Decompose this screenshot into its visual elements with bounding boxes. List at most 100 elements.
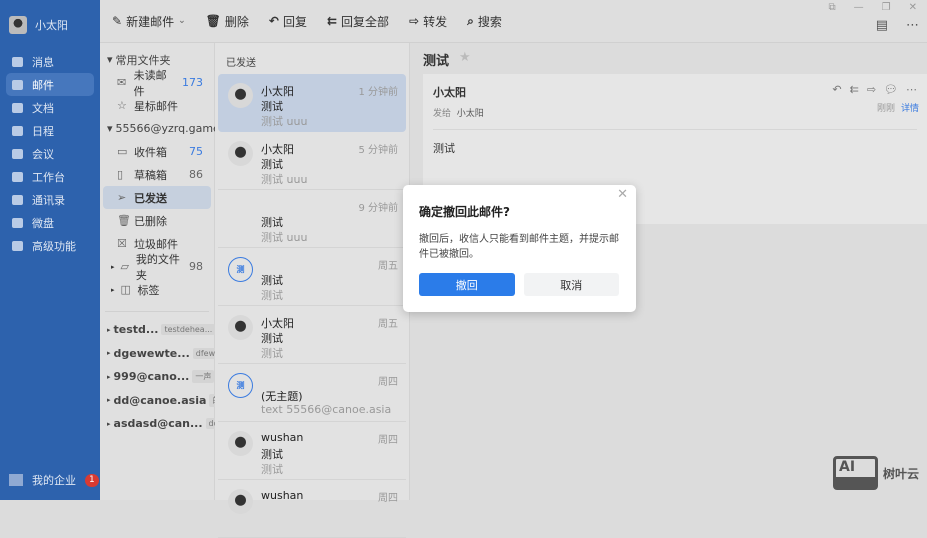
account-item[interactable]: ▸asdasd@can...dddd	[103, 412, 232, 436]
nav-label: 日程	[32, 124, 54, 138]
close-icon[interactable]: ✕	[617, 187, 628, 202]
delete-button[interactable]: 🗑︎ 删除	[206, 13, 249, 30]
reply-all-icon: ⇇	[326, 14, 338, 28]
caret-right-icon[interactable]: ▸	[107, 373, 111, 381]
mail-list-item[interactable]: wushan 周四	[218, 480, 406, 538]
chevron-down-icon[interactable]: ⌄	[178, 16, 186, 26]
account-group[interactable]: ▾ 55566@yzrq.games	[103, 117, 226, 140]
preview: 测试 uuu	[261, 115, 308, 128]
folder-inbox[interactable]: ▭ 收件箱 75	[103, 140, 211, 163]
nav-label: 工作台	[32, 170, 65, 184]
nav-workbench[interactable]: 工作台	[6, 165, 94, 188]
preview	[261, 519, 396, 533]
account-item[interactable]: ▸dd@canoe.asia的	[103, 389, 224, 413]
maximize-icon[interactable]: ❐	[882, 2, 891, 13]
unread-icon: ✉	[117, 76, 127, 89]
subject: 测试	[261, 216, 283, 229]
sender: 小太阳	[261, 317, 294, 330]
account-item[interactable]: ▸ testd... testdehea...	[103, 318, 216, 342]
list-title: 已发送	[226, 58, 256, 69]
mail-list-item[interactable]: 小太阳 测试 测试 uuu 5 分钟前	[218, 132, 406, 190]
time: 1 分钟前	[358, 87, 398, 98]
caret-right-icon[interactable]: ▸	[107, 420, 111, 428]
avatar: 测	[228, 257, 253, 282]
to-label: 发给	[433, 109, 452, 119]
more-icon[interactable]: ⋯	[906, 83, 917, 96]
nav-advanced[interactable]: 高级功能	[6, 234, 94, 257]
tag-icon: ◫	[120, 283, 131, 296]
nav-drive[interactable]: 微盘	[6, 211, 94, 234]
nav-label: 高级功能	[32, 239, 76, 253]
reply-icon[interactable]: ↶	[832, 83, 841, 96]
account-name: testd...	[113, 323, 159, 337]
close-icon[interactable]: ✕	[909, 2, 917, 13]
account-item[interactable]: ▸ 999@cano... 一声	[103, 365, 215, 389]
details-link[interactable]: 详情	[901, 104, 919, 114]
nav-label: 会议	[32, 147, 54, 161]
nav-meeting[interactable]: 会议	[6, 142, 94, 165]
new-mail-button[interactable]: ✎ 新建邮件 ⌄	[112, 13, 186, 30]
forward-icon[interactable]: ⇨	[867, 83, 876, 96]
user-profile[interactable]: 小太阳	[0, 0, 100, 50]
account-item[interactable]: ▸ dgewewte... dfew	[103, 342, 219, 366]
folder-deleted[interactable]: 🗑︎ 已删除	[103, 209, 211, 232]
label: 星标邮件	[134, 99, 178, 113]
notification-badge: 1	[85, 473, 99, 487]
folder-sent[interactable]: ➢ 已发送	[103, 186, 211, 209]
preview: 测试	[261, 347, 283, 360]
folder-drafts[interactable]: ▯ 草稿箱 86	[103, 163, 211, 186]
subject: 测试	[261, 274, 283, 287]
folder-my-folders[interactable]: ▸ ▱ 我的文件夹 98	[103, 253, 211, 282]
caret-right-icon[interactable]: ▸	[107, 396, 111, 404]
nav-calendar[interactable]: 日程	[6, 119, 94, 142]
folder-tags[interactable]: ▸ ◫ 标签	[103, 278, 211, 301]
minimize-icon[interactable]: —	[854, 2, 864, 13]
reply-all-icon[interactable]: ⇇	[850, 83, 859, 96]
search-button[interactable]: ⌕ 搜索	[467, 13, 502, 30]
folder-starred[interactable]: ☆ 星标邮件	[103, 94, 211, 117]
mail-list-item[interactable]: 测 (无主题) text 55566@canoe.asia 周四	[218, 364, 406, 422]
mail-list-item[interactable]: 测测试 测试 周五	[218, 248, 406, 306]
caret-right-icon[interactable]: ▸	[107, 326, 111, 334]
subject: 测试	[261, 448, 283, 461]
forward-button[interactable]: ⇨ 转发	[409, 13, 447, 30]
avatar	[228, 431, 253, 456]
mail-list-item[interactable]: 小太阳 测试 测试 uuu 1 分钟前	[218, 74, 406, 132]
more-icon[interactable]: ⋯	[906, 18, 919, 33]
divider	[105, 311, 209, 312]
preview: 测试	[261, 463, 283, 476]
reply-button[interactable]: ↶ 回复	[269, 13, 307, 30]
toolbar: ✎ 新建邮件 ⌄ 🗑︎ 删除 ↶ 回复 ⇇ 回复全部 ⇨ 转发 ⌕ 搜索 ⧉ — ❐ ✕ ▤ ⋯	[100, 0, 927, 43]
caret-right-icon[interactable]: ▸	[111, 263, 115, 271]
reply-icon: ↶	[268, 14, 279, 28]
caret-right-icon[interactable]: ▸	[111, 286, 115, 294]
count: 98	[189, 260, 203, 273]
nav-contacts[interactable]: 通讯录	[6, 188, 94, 211]
mail-list-item[interactable]: 小太阳 测试 测试 周五	[218, 306, 406, 364]
nav-messages[interactable]: 消息	[6, 50, 94, 73]
drive-icon	[12, 217, 23, 228]
nav-mail[interactable]: 邮件	[6, 73, 94, 96]
account-tag: testdehea...	[161, 324, 216, 336]
label: 转发	[423, 14, 448, 29]
star-icon[interactable]: ★	[459, 50, 471, 71]
compose-icon: ✎	[112, 14, 123, 28]
recipient[interactable]: 小太阳	[457, 109, 484, 119]
watermark-text: 树叶云	[882, 466, 919, 481]
comment-icon[interactable]: 💬︎	[884, 83, 898, 96]
folder-unread[interactable]: ✉ 未读邮件 173	[103, 69, 211, 98]
recall-button[interactable]: 撤回	[419, 273, 515, 296]
mail-list-item[interactable]: 测试测试 uuu 9 分钟前	[218, 190, 406, 248]
mail-list-item[interactable]: wushan 测试 测试 周四	[218, 422, 406, 480]
pip-icon[interactable]: ⧉	[829, 2, 836, 13]
reply-all-button[interactable]: ⇇ 回复全部	[327, 13, 389, 30]
layout-icon[interactable]: ▤	[876, 18, 888, 33]
calendar-icon	[12, 125, 23, 136]
label: 常用文件夹	[115, 53, 171, 67]
preview: 测试 uuu	[261, 231, 308, 244]
caret-right-icon[interactable]: ▸	[107, 349, 111, 357]
my-enterprise[interactable]: 我的企业 1	[9, 472, 99, 488]
cancel-button[interactable]: 取消	[523, 273, 619, 296]
time: 9 分钟前	[358, 203, 398, 214]
nav-docs[interactable]: 文档	[6, 96, 94, 119]
